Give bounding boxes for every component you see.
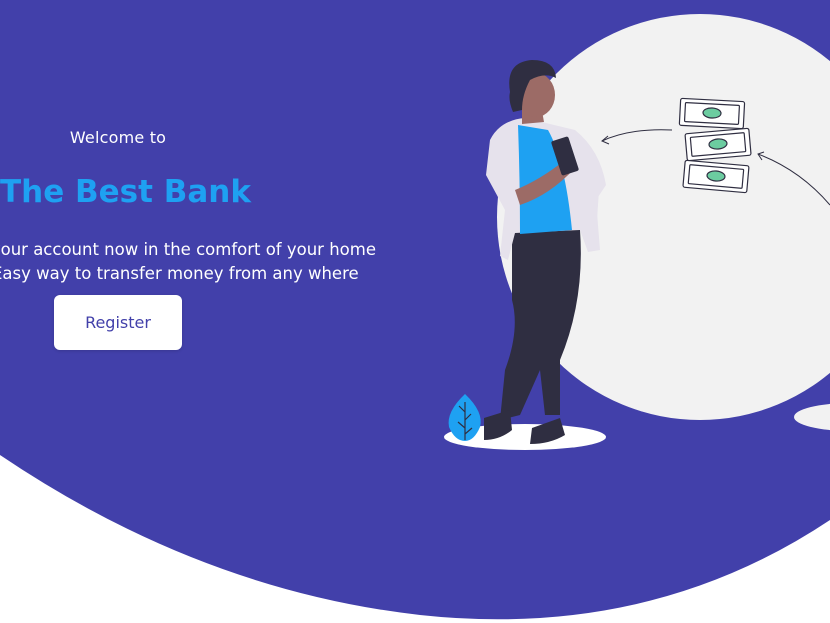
floor-shadow-right (794, 403, 830, 431)
tagline-line-1: Open your account now in the comfort of … (0, 240, 376, 259)
money-bills-icon (678, 97, 752, 194)
tagline-line-2: Easy way to transfer money from any wher… (0, 264, 359, 283)
welcome-text: Welcome to (69, 128, 167, 147)
register-button[interactable]: Register (54, 295, 182, 350)
landing-hero: Welcome to The Best Bank Open your accou… (0, 0, 830, 623)
leaf-icon (448, 394, 481, 441)
brand-title: The Best Bank (0, 174, 251, 210)
